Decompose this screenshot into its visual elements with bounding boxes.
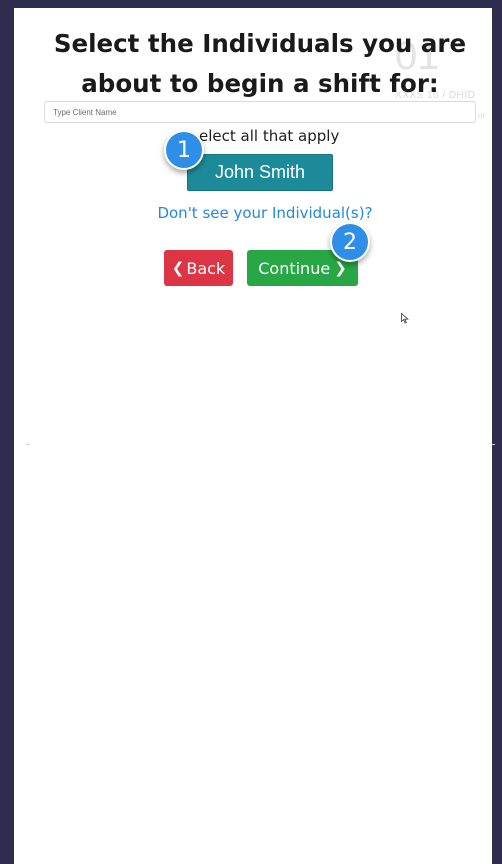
chevron-right-icon: ❯ xyxy=(334,259,347,277)
client-search-input[interactable] xyxy=(44,101,476,123)
edge-tick-right xyxy=(492,444,495,445)
step-badge-2: 2 xyxy=(330,222,370,262)
missing-individual-link[interactable]: Don't see your Individual(s)? xyxy=(100,204,430,222)
client-button-john-smith[interactable]: John Smith xyxy=(187,154,333,191)
page-title: Select the Individuals you are about to … xyxy=(53,29,467,98)
step-badge-1: 1 xyxy=(164,130,204,170)
edge-tick-left xyxy=(26,444,29,445)
chevron-left-icon: ❮ xyxy=(171,259,185,277)
back-button[interactable]: ❮ Back xyxy=(164,250,233,286)
back-button-label: Back xyxy=(186,258,226,278)
background-side-text: or xyxy=(478,111,486,120)
mouse-cursor-icon xyxy=(401,313,409,324)
continue-button-label: Continue xyxy=(258,258,331,278)
client-button-label: John Smith xyxy=(214,162,306,182)
